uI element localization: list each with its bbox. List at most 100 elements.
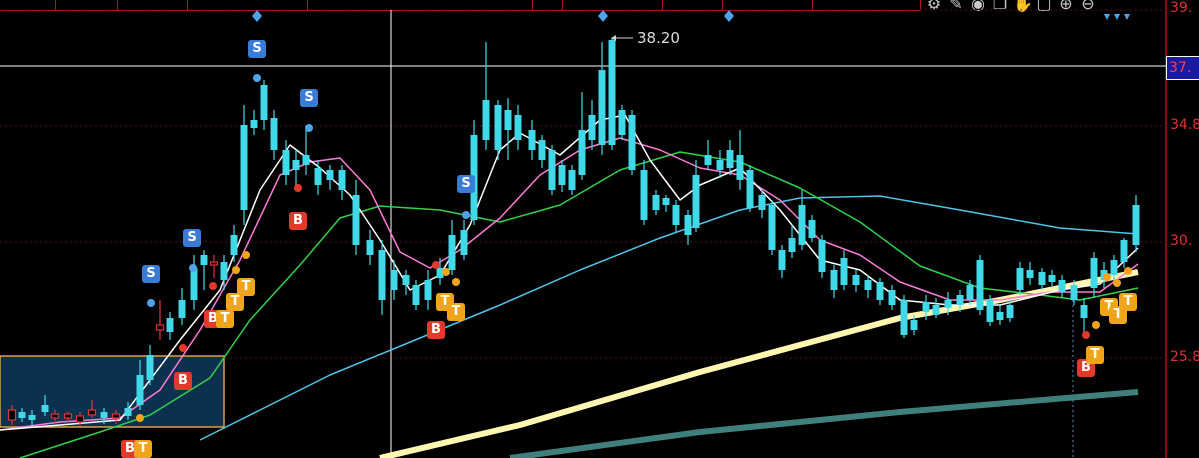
candle-body[interactable] [1070, 285, 1078, 300]
candle-body[interactable] [888, 290, 896, 305]
candle-body[interactable] [155, 324, 165, 331]
sell-signal-badge[interactable]: S [183, 229, 201, 247]
candle-body[interactable] [840, 258, 848, 285]
candle-body[interactable] [608, 40, 616, 145]
candle-body[interactable] [7, 409, 17, 421]
t-signal-badge[interactable]: T [1119, 293, 1137, 311]
buy-signal-badge[interactable]: B [174, 372, 192, 390]
candle-body[interactable] [424, 280, 432, 300]
candle-body[interactable] [41, 405, 49, 412]
candle-body[interactable] [240, 125, 248, 210]
candle-body[interactable] [1110, 260, 1118, 275]
candle-body[interactable] [768, 205, 776, 250]
candle-body[interactable] [672, 205, 680, 225]
candle-body[interactable] [746, 170, 754, 208]
candle-body[interactable] [726, 150, 734, 168]
buy-signal-badge[interactable]: B [289, 212, 307, 230]
candle-body[interactable] [558, 165, 566, 185]
candle-body[interactable] [1006, 305, 1014, 318]
candle-body[interactable] [578, 130, 586, 175]
candle-body[interactable] [87, 409, 97, 416]
candle-body[interactable] [292, 160, 300, 170]
sell-signal-badge[interactable]: S [300, 89, 318, 107]
candle-body[interactable] [200, 255, 208, 265]
candle-body[interactable] [282, 150, 290, 175]
candle-body[interactable] [652, 195, 660, 210]
buy-signal-badge[interactable]: B [427, 321, 445, 339]
candle-body[interactable] [412, 285, 420, 305]
candle-body[interactable] [146, 355, 154, 380]
candle-body[interactable] [548, 150, 556, 190]
candle-body[interactable] [736, 155, 744, 180]
candle-body[interactable] [100, 412, 108, 418]
candle-body[interactable] [538, 140, 546, 160]
candle-body[interactable] [662, 198, 670, 205]
candle-body[interactable] [1058, 280, 1066, 292]
candle-body[interactable] [1132, 205, 1140, 245]
t-signal-badge[interactable]: T [1086, 346, 1104, 364]
candle-body[interactable] [528, 130, 536, 150]
candle-body[interactable] [352, 195, 360, 245]
candle-body[interactable] [976, 260, 984, 310]
candle-body[interactable] [798, 205, 806, 245]
candle-body[interactable] [778, 250, 786, 270]
candle-body[interactable] [402, 275, 410, 285]
t-signal-badge[interactable]: T [226, 293, 244, 311]
candle-body[interactable] [260, 85, 268, 120]
candle-body[interactable] [910, 320, 918, 330]
candle-body[interactable] [996, 312, 1004, 320]
candle-body[interactable] [692, 175, 700, 228]
sell-signal-badge[interactable]: S [248, 40, 266, 58]
candle-body[interactable] [75, 415, 85, 423]
candle-body[interactable] [864, 280, 872, 290]
candle-body[interactable] [1090, 258, 1098, 288]
candle-body[interactable] [178, 300, 186, 318]
candle-body[interactable] [932, 305, 940, 315]
candle-body[interactable] [598, 70, 606, 145]
candle-body[interactable] [124, 408, 132, 416]
stock-chart-window[interactable]: ⚙ ✎ ◉ ❐ ✋ ▢ ⊕ ⊖ 38.20 39. 34.8 30. 25.8 … [0, 0, 1199, 458]
candle-body[interactable] [568, 170, 576, 190]
candle-body[interactable] [50, 413, 60, 419]
candle-body[interactable] [1048, 275, 1056, 282]
candle-body[interactable] [302, 155, 310, 165]
candle-body[interactable] [758, 195, 766, 210]
candle-body[interactable] [378, 250, 386, 300]
candle-body[interactable] [250, 120, 258, 128]
candle-body[interactable] [63, 413, 73, 419]
candle-body[interactable] [504, 110, 512, 130]
candle-body[interactable] [640, 170, 648, 220]
candle-body[interactable] [922, 302, 930, 312]
candle-body[interactable] [18, 412, 26, 418]
candle-body[interactable] [494, 105, 502, 150]
candle-body[interactable] [900, 300, 908, 335]
candle-body[interactable] [876, 282, 884, 300]
candle-body[interactable] [314, 168, 322, 185]
candle-body[interactable] [190, 268, 198, 300]
candle-body[interactable] [220, 262, 228, 280]
candle-body[interactable] [956, 295, 964, 305]
candle-body[interactable] [390, 270, 398, 290]
candle-body[interactable] [482, 100, 490, 140]
candle-body[interactable] [716, 160, 724, 170]
candle-body[interactable] [966, 285, 974, 300]
candle-body[interactable] [628, 115, 636, 170]
candle-body[interactable] [808, 220, 816, 238]
candle-body[interactable] [830, 270, 838, 290]
candle-body[interactable] [1120, 240, 1128, 262]
candle-body[interactable] [852, 275, 860, 285]
candle-body[interactable] [514, 115, 522, 140]
candle-body[interactable] [684, 215, 692, 235]
candle-body[interactable] [1016, 268, 1024, 290]
candle-body[interactable] [270, 118, 278, 150]
candle-body[interactable] [986, 300, 994, 322]
candle-body[interactable] [1038, 272, 1046, 285]
candle-body[interactable] [338, 170, 346, 190]
candle-body[interactable] [944, 300, 952, 308]
candle-body[interactable] [818, 240, 826, 272]
candle-body[interactable] [166, 318, 174, 332]
candle-body[interactable] [1080, 305, 1088, 318]
candle-body[interactable] [788, 238, 796, 252]
candle-body[interactable] [704, 155, 712, 165]
candle-body[interactable] [460, 230, 468, 255]
